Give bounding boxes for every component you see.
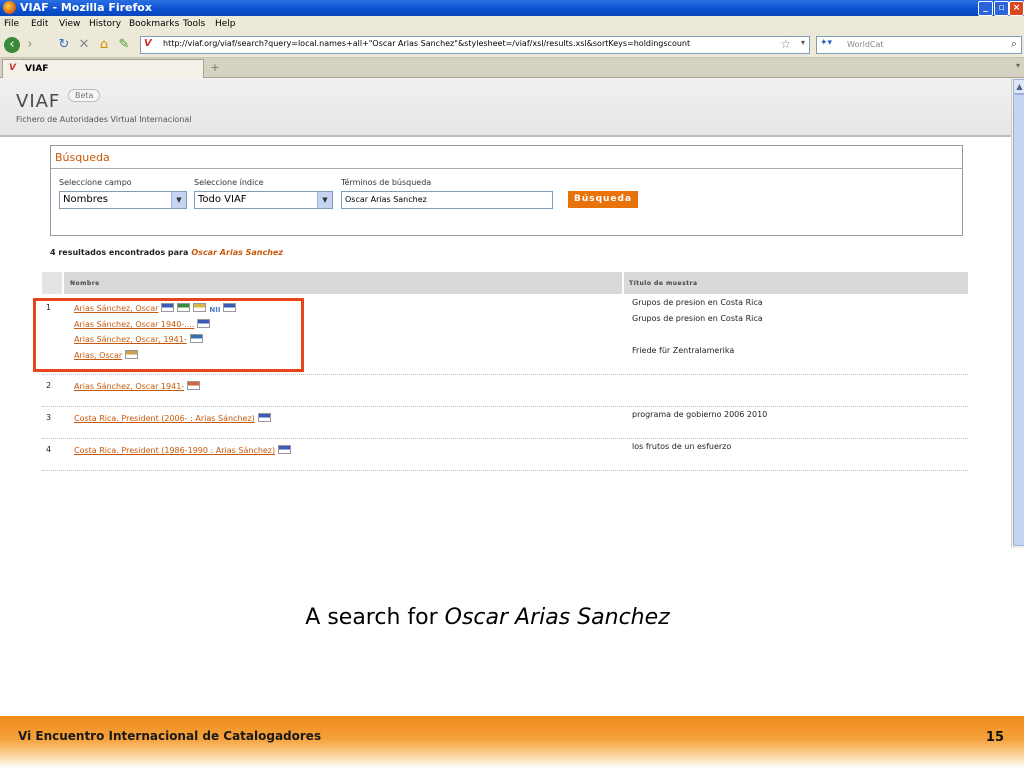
row-divider bbox=[42, 470, 968, 471]
result-number: 3 bbox=[46, 413, 52, 422]
results-query: Oscar Arias Sanchez bbox=[191, 248, 284, 257]
search-terms-value: Oscar Arias Sanchez bbox=[345, 195, 427, 204]
page-viewport: VIAF Beta Fichero de Autoridades Virtual… bbox=[0, 78, 1011, 548]
stop-icon[interactable]: ✕ bbox=[76, 37, 92, 53]
caption-prefix: A search for bbox=[305, 605, 438, 630]
search-button[interactable]: Búsqueda bbox=[568, 191, 638, 208]
terms-label: Términos de búsqueda bbox=[341, 178, 432, 187]
url-text[interactable]: http://viaf.org/viaf/search?query=local.… bbox=[163, 39, 763, 48]
menu-view[interactable]: View bbox=[59, 19, 80, 29]
menu-tools[interactable]: Tools bbox=[183, 19, 205, 29]
maximize-icon[interactable]: ▫ bbox=[994, 1, 1009, 16]
slide-caption: A search for Oscar Arias Sanchez bbox=[0, 605, 975, 630]
row-divider bbox=[42, 406, 968, 407]
search-heading: Búsqueda bbox=[55, 151, 110, 164]
search-panel-header: Búsqueda bbox=[51, 146, 962, 169]
firefox-logo-icon bbox=[3, 1, 16, 14]
tab-viaf[interactable]: V VIAF bbox=[2, 59, 204, 78]
flag-icon[interactable] bbox=[278, 445, 292, 454]
slide-footer: Vi Encuentro Internacional de Catalogado… bbox=[0, 716, 1024, 768]
close-icon[interactable]: × bbox=[1009, 1, 1024, 16]
bookmark-star-icon[interactable]: ☆ bbox=[780, 37, 791, 51]
scrollbar-thumb[interactable] bbox=[1013, 94, 1024, 546]
results-summary-text: 4 resultados encontrados para bbox=[50, 248, 189, 257]
viaf-logo[interactable]: VIAF bbox=[16, 91, 60, 112]
search-engine-box[interactable]: ✦▾ WorldCat ⌕ bbox=[816, 36, 1022, 54]
flag-icon[interactable] bbox=[257, 413, 271, 422]
field-select-value: Nombres bbox=[63, 194, 108, 205]
flag-icon[interactable] bbox=[187, 381, 201, 390]
highlight-box bbox=[33, 298, 304, 372]
result-number: 4 bbox=[46, 445, 52, 454]
result-title: Grupos de presion en Costa Rica bbox=[632, 298, 763, 307]
tab-label: VIAF bbox=[25, 64, 49, 74]
addon-icon[interactable]: ✎ bbox=[116, 37, 132, 53]
minimize-icon[interactable]: _ bbox=[978, 1, 993, 16]
result-name-link[interactable]: Arias Sánchez, Oscar 1941- bbox=[74, 381, 201, 391]
viaf-subtitle: Fichero de Autoridades Virtual Internaci… bbox=[16, 115, 192, 124]
header-title[interactable]: Título de muestra bbox=[629, 280, 698, 287]
forward-icon[interactable]: › bbox=[22, 37, 38, 53]
window-title-bar: VIAF - Mozilla Firefox _ ▫ × bbox=[0, 0, 1024, 16]
header-blank-cell bbox=[42, 272, 64, 294]
result-name-text[interactable]: Costa Rica. President (2006- : Arias Sán… bbox=[74, 414, 255, 423]
header-name[interactable]: Nombre bbox=[70, 280, 100, 287]
menu-file[interactable]: File bbox=[4, 19, 19, 29]
url-bar[interactable]: V http://viaf.org/viaf/search?query=loca… bbox=[140, 36, 810, 54]
index-select-value: Todo VIAF bbox=[198, 194, 247, 205]
menu-bookmarks[interactable]: Bookmarks bbox=[129, 19, 179, 29]
caption-query: Oscar Arias Sanchez bbox=[444, 605, 670, 630]
result-number: 2 bbox=[46, 381, 52, 390]
search-engine-icon[interactable]: ✦▾ bbox=[820, 38, 832, 48]
header-divider bbox=[622, 272, 624, 294]
viaf-header: VIAF Beta Fichero de Autoridades Virtual… bbox=[0, 78, 1011, 137]
menu-edit[interactable]: Edit bbox=[31, 19, 48, 29]
reload-icon[interactable]: ↻ bbox=[56, 37, 72, 53]
new-tab-icon[interactable]: + bbox=[204, 61, 226, 75]
result-title: Grupos de presion en Costa Rica bbox=[632, 314, 763, 323]
window-title: VIAF - Mozilla Firefox bbox=[20, 1, 152, 14]
home-icon[interactable]: ⌂ bbox=[96, 37, 112, 53]
index-label: Seleccione índice bbox=[194, 178, 264, 187]
result-name-link[interactable]: Costa Rica. President (1986-1990 : Arias… bbox=[74, 445, 292, 455]
results-summary: 4 resultados encontrados para Oscar Arias… bbox=[50, 248, 283, 257]
menu-help[interactable]: Help bbox=[215, 19, 236, 29]
result-title: Friede für Zentralamerika bbox=[632, 346, 735, 355]
beta-badge: Beta bbox=[68, 89, 101, 102]
search-placeholder: WorldCat bbox=[847, 40, 884, 49]
tab-bar: V VIAF + ▾ bbox=[0, 58, 1024, 78]
page-number: 15 bbox=[985, 730, 1004, 745]
tab-favicon-icon: V bbox=[9, 63, 16, 73]
footer-text: Vi Encuentro Internacional de Catalogado… bbox=[18, 729, 322, 743]
result-name-text[interactable]: Arias Sánchez, Oscar 1941- bbox=[74, 382, 184, 391]
chevron-down-icon[interactable]: ▼ bbox=[171, 192, 186, 208]
result-title: los frutos de un esfuerzo bbox=[632, 442, 732, 451]
scroll-up-icon[interactable]: ▲ bbox=[1013, 79, 1024, 94]
search-icon[interactable]: ⌕ bbox=[1011, 37, 1017, 51]
url-dropdown-icon[interactable]: ▾ bbox=[801, 38, 805, 47]
field-select[interactable]: Nombres ▼ bbox=[59, 191, 187, 209]
row-divider bbox=[42, 374, 968, 375]
search-panel: Búsqueda Seleccione campo Nombres ▼ Sele… bbox=[50, 145, 963, 236]
result-name-link[interactable]: Costa Rica. President (2006- : Arias Sán… bbox=[74, 413, 271, 423]
menu-bar: File Edit View History Bookmarks Tools H… bbox=[0, 16, 1024, 33]
chevron-down-icon[interactable]: ▼ bbox=[317, 192, 332, 208]
field-label: Seleccione campo bbox=[59, 178, 132, 187]
index-select[interactable]: Todo VIAF ▼ bbox=[194, 191, 333, 209]
tab-list-icon[interactable]: ▾ bbox=[1016, 61, 1020, 70]
result-title: programa de gobierno 2006 2010 bbox=[632, 410, 768, 419]
navigation-toolbar: ‹ › ↻ ✕ ⌂ ✎ V http://viaf.org/viaf/searc… bbox=[0, 33, 1024, 58]
row-divider bbox=[42, 438, 968, 439]
vertical-scrollbar[interactable]: ▲ bbox=[1011, 78, 1024, 548]
result-name-text[interactable]: Costa Rica. President (1986-1990 : Arias… bbox=[74, 446, 275, 455]
site-favicon-icon: V bbox=[144, 38, 152, 49]
back-icon[interactable]: ‹ bbox=[4, 37, 20, 53]
search-terms-input[interactable]: Oscar Arias Sanchez bbox=[341, 191, 553, 209]
menu-history[interactable]: History bbox=[89, 19, 121, 29]
results-table-header: Nombre Título de muestra bbox=[42, 272, 968, 294]
